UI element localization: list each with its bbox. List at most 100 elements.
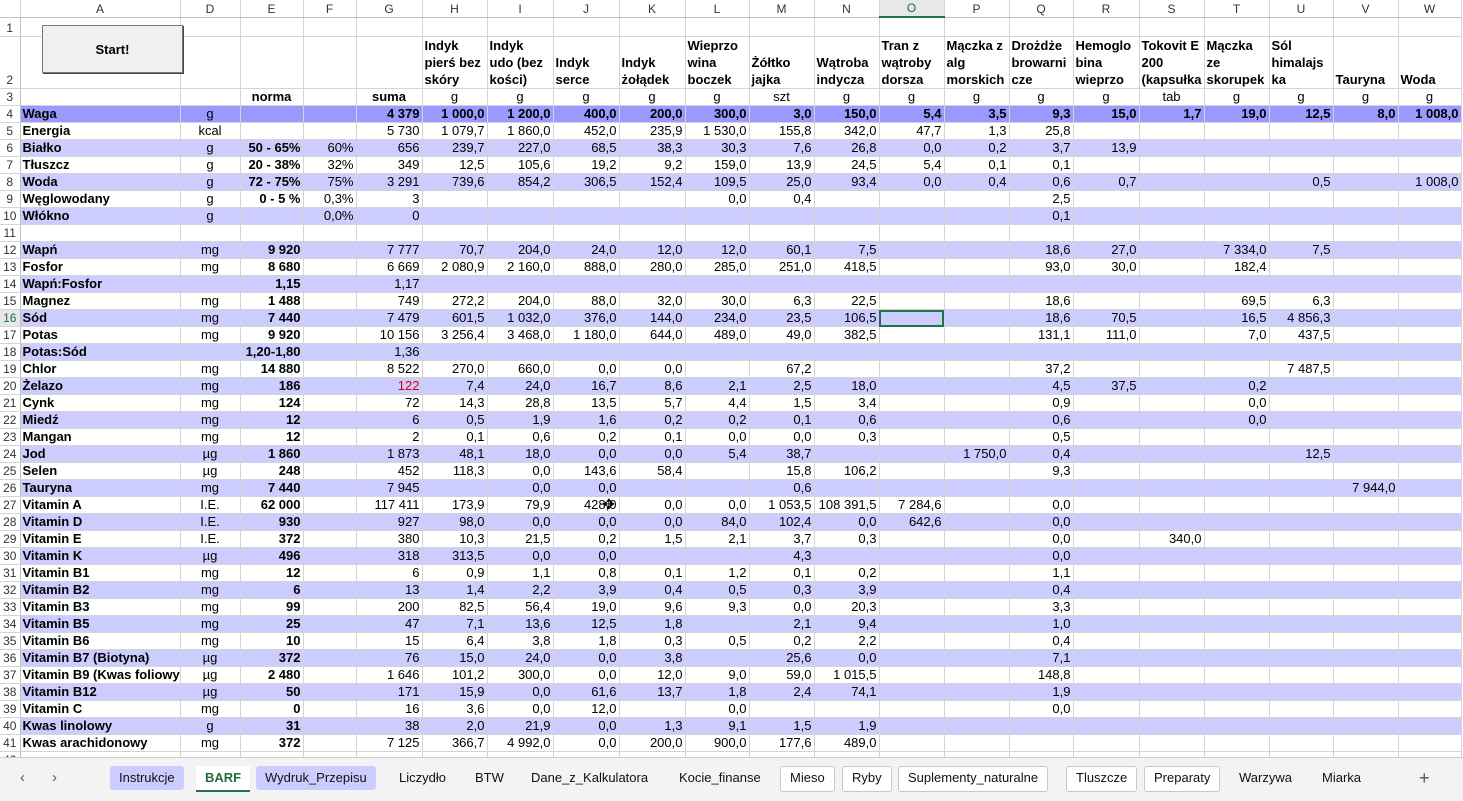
value-cell[interactable] xyxy=(879,683,945,701)
value-cell[interactable]: 7 334,0 xyxy=(1204,241,1270,259)
value-cell[interactable]: 18,0 xyxy=(487,445,554,463)
value-cell[interactable] xyxy=(1269,224,1334,242)
spreadsheet-grid[interactable]: ADEFGHIJKLMNOPQRSTUVW 1 2 Indyk pierś bez … xyxy=(0,0,1463,757)
value-cell[interactable] xyxy=(814,479,880,497)
value-cell[interactable] xyxy=(1269,122,1334,140)
value-cell[interactable]: 2,5 xyxy=(1009,190,1074,208)
nutrient-name[interactable]: Vitamin B1 xyxy=(20,564,181,582)
value-cell[interactable] xyxy=(1139,275,1205,293)
ingredient-name[interactable]: Indyk pierś bez skóry xyxy=(422,36,488,89)
norma-value[interactable]: 50 - 65% xyxy=(240,139,304,157)
percent-value[interactable] xyxy=(303,496,357,514)
suma-value[interactable]: 16 xyxy=(356,700,423,718)
value-cell[interactable] xyxy=(1073,190,1140,208)
value-cell[interactable] xyxy=(1204,530,1270,548)
value-cell[interactable]: 106,2 xyxy=(814,462,880,480)
value-cell[interactable]: 82,5 xyxy=(422,598,488,616)
value-cell[interactable] xyxy=(1073,207,1140,225)
value-cell[interactable]: 0,0 xyxy=(619,445,686,463)
value-cell[interactable]: 102,4 xyxy=(749,513,815,531)
norma-value[interactable]: 1,20-1,80 xyxy=(240,343,304,361)
value-cell[interactable]: 3,4 xyxy=(814,394,880,412)
cell[interactable] xyxy=(619,17,686,37)
value-cell[interactable] xyxy=(1139,649,1205,667)
value-cell[interactable] xyxy=(944,241,1010,259)
value-cell[interactable]: 1,8 xyxy=(553,632,620,650)
value-cell[interactable]: 2,5 xyxy=(749,377,815,395)
value-cell[interactable]: 1,8 xyxy=(619,615,686,633)
value-cell[interactable]: 1,8 xyxy=(685,683,750,701)
nutrient-unit[interactable]: mg xyxy=(180,479,241,497)
value-cell[interactable]: 239,7 xyxy=(422,139,488,157)
value-cell[interactable] xyxy=(1204,513,1270,531)
column-header-g[interactable]: G xyxy=(356,0,423,18)
value-cell[interactable] xyxy=(944,394,1010,412)
value-cell[interactable] xyxy=(944,632,1010,650)
value-cell[interactable] xyxy=(944,734,1010,752)
value-cell[interactable] xyxy=(1398,513,1462,531)
row-header[interactable]: 29 xyxy=(0,530,21,548)
value-cell[interactable] xyxy=(1398,428,1462,446)
ingredient-name[interactable]: Wieprzo wina boczek xyxy=(685,36,750,89)
value-cell[interactable] xyxy=(1333,258,1399,276)
nutrient-name[interactable]: Vitamin E xyxy=(20,530,181,548)
value-cell[interactable]: 1,0 xyxy=(1009,615,1074,633)
ingredient-name[interactable]: Wątroba indycza xyxy=(814,36,880,89)
nutrient-unit[interactable]: mg xyxy=(180,581,241,599)
value-cell[interactable]: 19,2 xyxy=(553,156,620,174)
value-cell[interactable]: 70,7 xyxy=(422,241,488,259)
row-header[interactable]: 9 xyxy=(0,190,21,208)
value-cell[interactable] xyxy=(1139,309,1205,327)
nutrient-unit[interactable]: I.E. xyxy=(180,530,241,548)
value-cell[interactable]: 2,2 xyxy=(814,632,880,650)
value-cell[interactable]: 200,0 xyxy=(619,105,686,123)
unit-cell[interactable]: g xyxy=(553,88,620,106)
cell[interactable] xyxy=(1269,17,1334,37)
suma-value[interactable]: 6 xyxy=(356,564,423,582)
value-cell[interactable]: 1,3 xyxy=(619,717,686,735)
value-cell[interactable]: 14,3 xyxy=(422,394,488,412)
value-cell[interactable]: 489,0 xyxy=(685,326,750,344)
value-cell[interactable] xyxy=(619,700,686,718)
value-cell[interactable]: 234,0 xyxy=(685,309,750,327)
value-cell[interactable] xyxy=(487,190,554,208)
value-cell[interactable]: 642,6 xyxy=(879,513,945,531)
column-header-m[interactable]: M xyxy=(749,0,815,18)
norma-value[interactable]: 25 xyxy=(240,615,304,633)
value-cell[interactable]: 84,0 xyxy=(685,513,750,531)
value-cell[interactable]: 9,0 xyxy=(685,666,750,684)
value-cell[interactable] xyxy=(1333,122,1399,140)
value-cell[interactable]: 0,0 xyxy=(619,513,686,531)
value-cell[interactable] xyxy=(619,479,686,497)
nutrient-name[interactable]: Włókno xyxy=(20,207,181,225)
cell[interactable] xyxy=(1204,17,1270,37)
value-cell[interactable]: 70,5 xyxy=(1073,309,1140,327)
value-cell[interactable] xyxy=(1269,598,1334,616)
value-cell[interactable]: 0,0 xyxy=(685,496,750,514)
value-cell[interactable] xyxy=(1398,598,1462,616)
norma-value[interactable]: 72 - 75% xyxy=(240,173,304,191)
row-header[interactable]: 32 xyxy=(0,581,21,599)
value-cell[interactable] xyxy=(1269,377,1334,395)
value-cell[interactable]: 79,9 xyxy=(487,496,554,514)
nutrient-name[interactable]: Vitamin B5 xyxy=(20,615,181,633)
value-cell[interactable]: 2,0 xyxy=(422,717,488,735)
value-cell[interactable] xyxy=(1139,360,1205,378)
value-cell[interactable]: 60,1 xyxy=(749,241,815,259)
value-cell[interactable] xyxy=(879,394,945,412)
nutrient-unit[interactable]: µg xyxy=(180,547,241,565)
value-cell[interactable] xyxy=(1398,445,1462,463)
value-cell[interactable] xyxy=(879,734,945,752)
column-header-l[interactable]: L xyxy=(685,0,750,18)
value-cell[interactable]: 7 487,5 xyxy=(1269,360,1334,378)
row-header[interactable]: 41 xyxy=(0,734,21,752)
value-cell[interactable]: 0,5 xyxy=(1009,428,1074,446)
value-cell[interactable] xyxy=(1204,122,1270,140)
value-cell[interactable] xyxy=(1204,445,1270,463)
value-cell[interactable]: 68,5 xyxy=(553,139,620,157)
value-cell[interactable] xyxy=(944,479,1010,497)
value-cell[interactable] xyxy=(1269,139,1334,157)
nutrient-unit[interactable]: mg xyxy=(180,564,241,582)
percent-value[interactable] xyxy=(303,734,357,752)
value-cell[interactable]: 900,0 xyxy=(685,734,750,752)
